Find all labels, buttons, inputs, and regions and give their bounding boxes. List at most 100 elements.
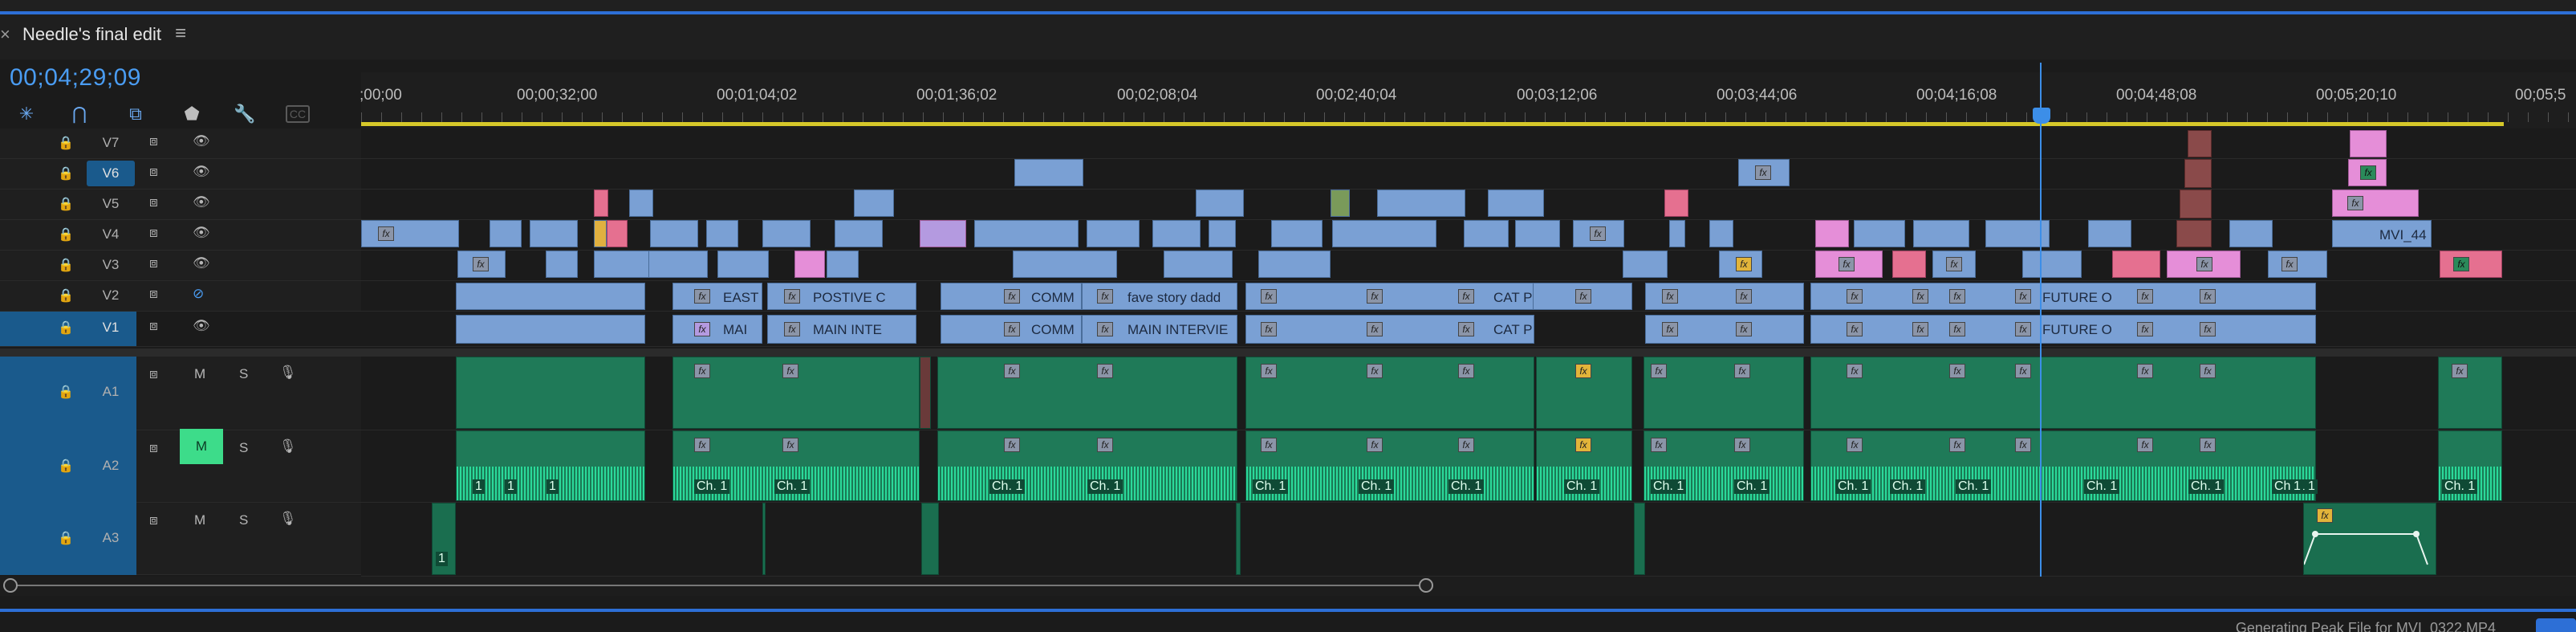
clip[interactable]: [1515, 220, 1560, 247]
clip[interactable]: fx fx: [1645, 315, 1804, 344]
fx-badge[interactable]: fx: [2200, 289, 2216, 304]
clip[interactable]: [629, 190, 653, 217]
audio-clip[interactable]: fx fx Ch. 1 Ch. 1: [1644, 430, 1804, 501]
clip[interactable]: fx: [1573, 220, 1624, 247]
clip[interactable]: [1854, 220, 1905, 247]
track-target-v3[interactable]: V3: [87, 252, 135, 278]
lock-icon[interactable]: 🔒: [58, 320, 74, 336]
sync-lock-icon[interactable]: ⧈: [149, 318, 158, 334]
clip[interactable]: fx: [2348, 159, 2387, 186]
fx-badge[interactable]: fx: [1575, 364, 1591, 378]
fx-badge[interactable]: fx: [1912, 289, 1928, 304]
clip[interactable]: [762, 220, 811, 247]
fx-badge[interactable]: fx: [2347, 196, 2363, 210]
clip[interactable]: [2229, 220, 2273, 247]
clip[interactable]: [794, 251, 825, 278]
fx-badge[interactable]: fx: [1949, 322, 1965, 336]
audio-clip[interactable]: [920, 357, 931, 429]
clip[interactable]: [827, 251, 859, 278]
mute-button-a3[interactable]: M: [194, 512, 205, 528]
playhead-line[interactable]: [2040, 63, 2042, 577]
fx-badge[interactable]: fx: [1261, 322, 1277, 336]
volume-keyframe-line[interactable]: [2304, 504, 2437, 576]
fx-badge[interactable]: fx: [1097, 364, 1113, 378]
track-target-v6[interactable]: V6: [87, 161, 135, 186]
sync-lock-icon[interactable]: ⧈: [149, 133, 158, 149]
clip[interactable]: [1087, 220, 1140, 247]
fx-badge[interactable]: fx: [784, 289, 800, 304]
close-icon[interactable]: ×: [0, 24, 10, 45]
playhead-timecode[interactable]: 00;04;29;09: [10, 64, 141, 92]
clip[interactable]: fx: [1719, 251, 1762, 278]
fx-badge[interactable]: fx: [2015, 364, 2031, 378]
microphone-icon[interactable]: 🎙: [279, 438, 297, 455]
clip[interactable]: [456, 283, 645, 310]
audio-clip[interactable]: fx fx fx fx fx Ch. 1 Ch. 1 Ch. 1 Ch. 1 Ch. 1 Ch. 1…: [1810, 430, 2318, 501]
nest-sequence-icon[interactable]: ✳: [14, 103, 39, 125]
clip[interactable]: fx: [361, 220, 459, 247]
fx-badge[interactable]: fx: [1734, 438, 1750, 452]
clip[interactable]: fx: [1815, 251, 1883, 278]
fx-badge[interactable]: fx: [2200, 364, 2216, 378]
fx-badge[interactable]: fx: [1946, 257, 1962, 271]
fx-badge[interactable]: fx: [2015, 289, 2031, 304]
clip[interactable]: [1258, 251, 1331, 278]
clip[interactable]: [1332, 220, 1436, 247]
clip[interactable]: [456, 315, 645, 344]
fx-badge[interactable]: fx: [1575, 438, 1591, 452]
clip[interactable]: [1913, 220, 1969, 247]
lock-icon[interactable]: 🔒: [58, 287, 74, 304]
fx-badge[interactable]: fx: [1949, 438, 1965, 452]
clip[interactable]: [2350, 130, 2387, 157]
lane-v5[interactable]: [361, 190, 2576, 220]
fx-badge[interactable]: fx: [782, 438, 798, 452]
clip[interactable]: [1331, 190, 1350, 217]
video-audio-divider[interactable]: [0, 349, 2576, 357]
clip[interactable]: [706, 220, 738, 247]
fx-badge[interactable]: fx: [2200, 438, 2216, 452]
clip[interactable]: [490, 220, 522, 247]
fx-badge[interactable]: fx: [2137, 322, 2153, 336]
fx-badge[interactable]: fx: [694, 438, 710, 452]
track-target-v2[interactable]: V2: [87, 283, 135, 308]
audio-clip[interactable]: fx fx fx: [1245, 357, 1534, 429]
clip[interactable]: fx MAIN INTERVIE: [1082, 315, 1237, 344]
playhead-handle[interactable]: [2033, 108, 2050, 124]
solo-button-a1[interactable]: S: [239, 366, 248, 382]
mute-button-a2[interactable]: M: [180, 429, 223, 464]
fx-badge[interactable]: fx: [1575, 289, 1591, 304]
fx-badge[interactable]: fx: [1949, 289, 1965, 304]
track-target-a1[interactable]: A1: [87, 379, 135, 405]
audio-clip[interactable]: fx fx Ch. 1 Ch. 1: [937, 430, 1237, 501]
lock-icon[interactable]: 🔒: [58, 196, 74, 212]
sync-lock-icon[interactable]: ⧈: [149, 194, 158, 210]
fx-badge[interactable]: fx: [1458, 438, 1474, 452]
status-indicator[interactable]: [2536, 618, 2576, 632]
sequence-title[interactable]: Needle's final edit: [22, 24, 161, 45]
clip[interactable]: [648, 251, 708, 278]
audio-clip[interactable]: [1236, 503, 1241, 575]
solo-button-a2[interactable]: S: [239, 440, 248, 456]
fx-badge[interactable]: fx: [2015, 438, 2031, 452]
fx-badge[interactable]: fx: [2015, 322, 2031, 336]
clip[interactable]: [1377, 190, 1465, 217]
lock-icon[interactable]: 🔒: [58, 226, 74, 243]
clip[interactable]: fx fx fx fx FUTURE O fx fx: [1810, 315, 2316, 344]
audio-clip[interactable]: fx fx: [937, 357, 1237, 429]
clip[interactable]: fx: [2440, 251, 2502, 278]
fx-badge[interactable]: fx: [2453, 257, 2469, 271]
fx-badge[interactable]: fx: [694, 322, 710, 336]
add-marker-icon[interactable]: ⬟: [180, 103, 204, 125]
lock-icon[interactable]: 🔒: [58, 135, 74, 151]
fx-badge[interactable]: fx: [1847, 364, 1863, 378]
solo-button-a3[interactable]: S: [239, 512, 248, 528]
fx-badge[interactable]: fx: [2360, 165, 2376, 180]
fx-badge[interactable]: fx: [2137, 364, 2153, 378]
clip[interactable]: [1623, 251, 1668, 278]
fx-badge[interactable]: fx: [1949, 364, 1965, 378]
clip[interactable]: [974, 220, 1079, 247]
track-target-v7[interactable]: V7: [87, 130, 135, 156]
sync-lock-icon[interactable]: ⧈: [149, 512, 158, 528]
scroll-end-handle[interactable]: [1419, 578, 1433, 593]
clip[interactable]: [530, 220, 578, 247]
